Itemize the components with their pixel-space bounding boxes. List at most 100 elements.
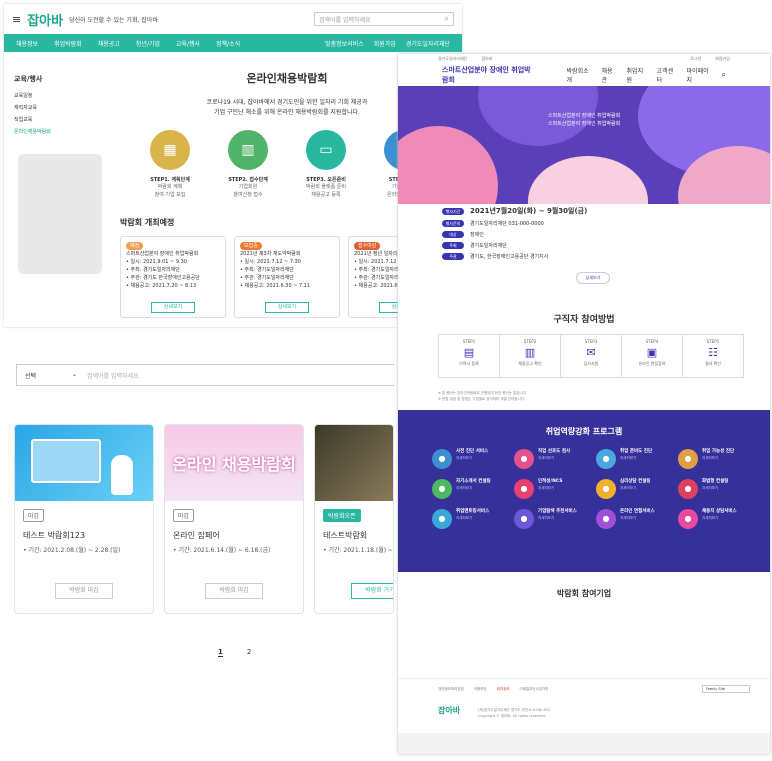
program-more[interactable]: 자세히보기 [620, 485, 651, 491]
top-link[interactable]: 경기도일자리재단 [438, 56, 467, 62]
detail-button[interactable]: 상세보기 [265, 302, 309, 313]
info-row: 대상 장애인 [442, 231, 742, 238]
program-more[interactable]: 자세히보기 [538, 485, 562, 491]
fair-thumbnail [315, 425, 393, 501]
event-logo[interactable]: 스마트산업분야 장애인 취업박람회 [442, 65, 534, 85]
family-site-select[interactable]: Family Site [702, 685, 750, 693]
nav-item[interactable]: 박람회소개 [567, 66, 592, 84]
nav-right-item[interactable]: 경기도일자리재단 [406, 39, 450, 48]
step-sub: 참여 기업 모집 [154, 192, 186, 198]
nav-right-item[interactable]: 맞춤정보서비스 [325, 39, 364, 48]
program-more[interactable]: 자세히보기 [702, 455, 734, 461]
status-tag: 마감 [23, 509, 45, 522]
footer-link[interactable]: 위치정보 [497, 687, 510, 692]
program-more[interactable]: 자세히보기 [538, 455, 570, 461]
nav-item[interactable]: 고객센터 [657, 66, 677, 84]
event-info: 행사기간 2021년7월20일(화) ~ 9월30일(금) 행사문의 경기도일자… [442, 206, 742, 264]
nav-item[interactable]: 청년/기업 [136, 39, 160, 48]
building-icon: ▥ [228, 130, 268, 170]
card-line: • 채용공고: 2021.6.30 ~ 7.11 [240, 283, 311, 289]
program-item[interactable]: ● 취업 준비도 진단 자세히보기 [596, 449, 674, 469]
fair-card[interactable]: 박람회오픈 테스트박람회 • 기간: 2021.1.18.(월) ~ 1.29 … [314, 424, 394, 614]
nav-item[interactable]: 마이페이지 [687, 66, 712, 84]
fair-closed-button[interactable]: 박람회 마감 [205, 583, 263, 599]
program-item[interactable]: ● 자기소개서 컨설팅 자세히보기 [432, 479, 510, 499]
program-more[interactable]: 자세히보기 [620, 515, 655, 521]
program-item[interactable]: ● 채용지 상담서비스 자세히보기 [678, 509, 756, 529]
fair-name: 온라인 잡페어 [173, 531, 220, 540]
footer-link[interactable]: 이메일무단수집거부 [520, 687, 549, 692]
program-item[interactable]: ● 온라인 면접서비스 자세히보기 [596, 509, 674, 529]
program-item[interactable]: ● 취업 가능성 진단 자세히보기 [678, 449, 756, 469]
fair-card[interactable]: 온라인 채용박람회 마감 온라인 잡페어 • 기간: 2021.6.14.(월)… [164, 424, 304, 614]
program-icon: ● [678, 479, 698, 499]
program-more[interactable]: 자세히보기 [620, 455, 652, 461]
program-item[interactable]: ● 사전 진단 서비스 자세히보기 [432, 449, 510, 469]
nav-item[interactable]: 채용정보 [16, 39, 38, 48]
fair-card[interactable]: 마감 테스트 박람회123 • 기간: 2021.2.08.(월) ~ 2.28… [14, 424, 154, 614]
program-more[interactable]: 자세히보기 [702, 515, 737, 521]
sidebar-item[interactable]: 직업교육 [14, 116, 104, 123]
sidebar-item[interactable]: 교육일정 [14, 92, 104, 99]
program-item[interactable]: ● 인적성/NCS 자세히보기 [514, 479, 592, 499]
filter-search-input[interactable]: 검색어를 입력하세요. [87, 371, 141, 380]
status-badge: 접수마감 [354, 242, 381, 250]
program-label: 심리상담 컨설팅 자세히보기 [620, 479, 651, 491]
fair-detail-page: 경기도일자리재단 잡아바 로그인 회원가입 스마트산업분야 장애인 취업박람회 … [398, 54, 770, 754]
status-badge: 모집중 [240, 242, 262, 250]
program-more[interactable]: 자세히보기 [538, 515, 577, 521]
nav-item[interactable]: 취업지원 [627, 66, 647, 84]
fair-closed-button[interactable]: 박람회 마감 [55, 583, 113, 599]
footer-link[interactable]: 이용약관 [474, 687, 487, 692]
nav-item[interactable]: 정책/소식 [216, 39, 240, 48]
search-placeholder: 검색어를 입력하세요 [319, 16, 371, 24]
program-label: 자기소개서 컨설팅 자세히보기 [456, 479, 491, 491]
page-number[interactable]: 1 [218, 648, 223, 657]
monitor-icon: ▣ [646, 346, 658, 359]
nav-item[interactable]: 채용관 [602, 66, 617, 84]
sidebar-item[interactable]: 재직자교육 [14, 104, 104, 111]
program-item[interactable]: ● 화법형 컨설팅 자세히보기 [678, 479, 756, 499]
program-item[interactable]: ● 직업 선호도 검사 자세히보기 [514, 449, 592, 469]
sidebar-item-active[interactable]: 온라인채용박람회 [14, 128, 104, 135]
program-grid: ● 사전 진단 서비스 자세히보기 ● 직업 선호도 검사 자세히보기 ● 취업 준비도 진단… [432, 449, 770, 529]
program-more[interactable]: 자세히보기 [456, 485, 491, 491]
detail-button[interactable]: 상세보기 [576, 272, 610, 284]
page-number[interactable]: 2 [247, 648, 251, 657]
top-links: 경기도일자리재단 잡아바 로그인 회원가입 [398, 54, 770, 64]
card-line: • 주관: 경기도일자리재단 [240, 275, 294, 281]
filter-select[interactable]: 선택 ⌄ [25, 371, 77, 380]
program-item[interactable]: ● 취업멘토링서비스 자세히보기 [432, 509, 510, 529]
search-input[interactable]: 검색어를 입력하세요 ⌕ [314, 12, 454, 26]
nav-item[interactable]: 취업박람회 [54, 39, 82, 48]
info-label: 주최 [442, 242, 464, 249]
step-number: STEP2 [523, 339, 537, 344]
program-more[interactable]: 자세히보기 [456, 515, 489, 521]
program-more[interactable]: 자세히보기 [702, 485, 728, 491]
site-logo[interactable]: 잡아바 [27, 10, 63, 29]
top-link[interactable]: 로그인 [690, 56, 701, 62]
program-icon: ● [514, 509, 534, 529]
step-label: 결과 확인 [705, 361, 721, 366]
menu-icon[interactable]: ≡ [12, 13, 21, 26]
detail-button[interactable]: 상세보기 [151, 302, 195, 313]
sidebar-heading: 교육/행사 [14, 75, 43, 83]
program-item[interactable]: ● 기업탐색 추천서비스 자세히보기 [514, 509, 592, 529]
fair-cards: 마감 테스트 박람회123 • 기간: 2021.2.08.(월) ~ 2.28… [14, 424, 394, 614]
nav-right-item[interactable]: 회원가입 [374, 39, 396, 48]
search-icon[interactable]: ⌕ [445, 14, 449, 24]
nav-item[interactable]: 교육/행사 [176, 39, 200, 48]
fair-go-button[interactable]: 박람회 가기 [351, 583, 393, 599]
program-item[interactable]: ● 심리상담 컨설팅 자세히보기 [596, 479, 674, 499]
top-link[interactable]: 회원가입 [715, 56, 730, 62]
footer-link[interactable]: 개인정보처리방침 [438, 687, 464, 692]
info-label: 주관 [442, 253, 464, 260]
search-icon[interactable]: ⌕ [722, 70, 726, 80]
nav-item[interactable]: 채용공고 [98, 39, 120, 48]
top-link[interactable]: 잡아바 [481, 56, 492, 62]
program-icon: ● [432, 509, 452, 529]
join-step: STEP4 ▣ 온라인 면접참여 [622, 335, 683, 377]
program-more[interactable]: 자세히보기 [456, 455, 488, 461]
step-sub: 박람회 계획 [157, 184, 183, 190]
main-nav: 채용정보 취업박람회 채용공고 청년/기업 교육/행사 정책/소식 맞춤정보서비… [4, 34, 462, 52]
